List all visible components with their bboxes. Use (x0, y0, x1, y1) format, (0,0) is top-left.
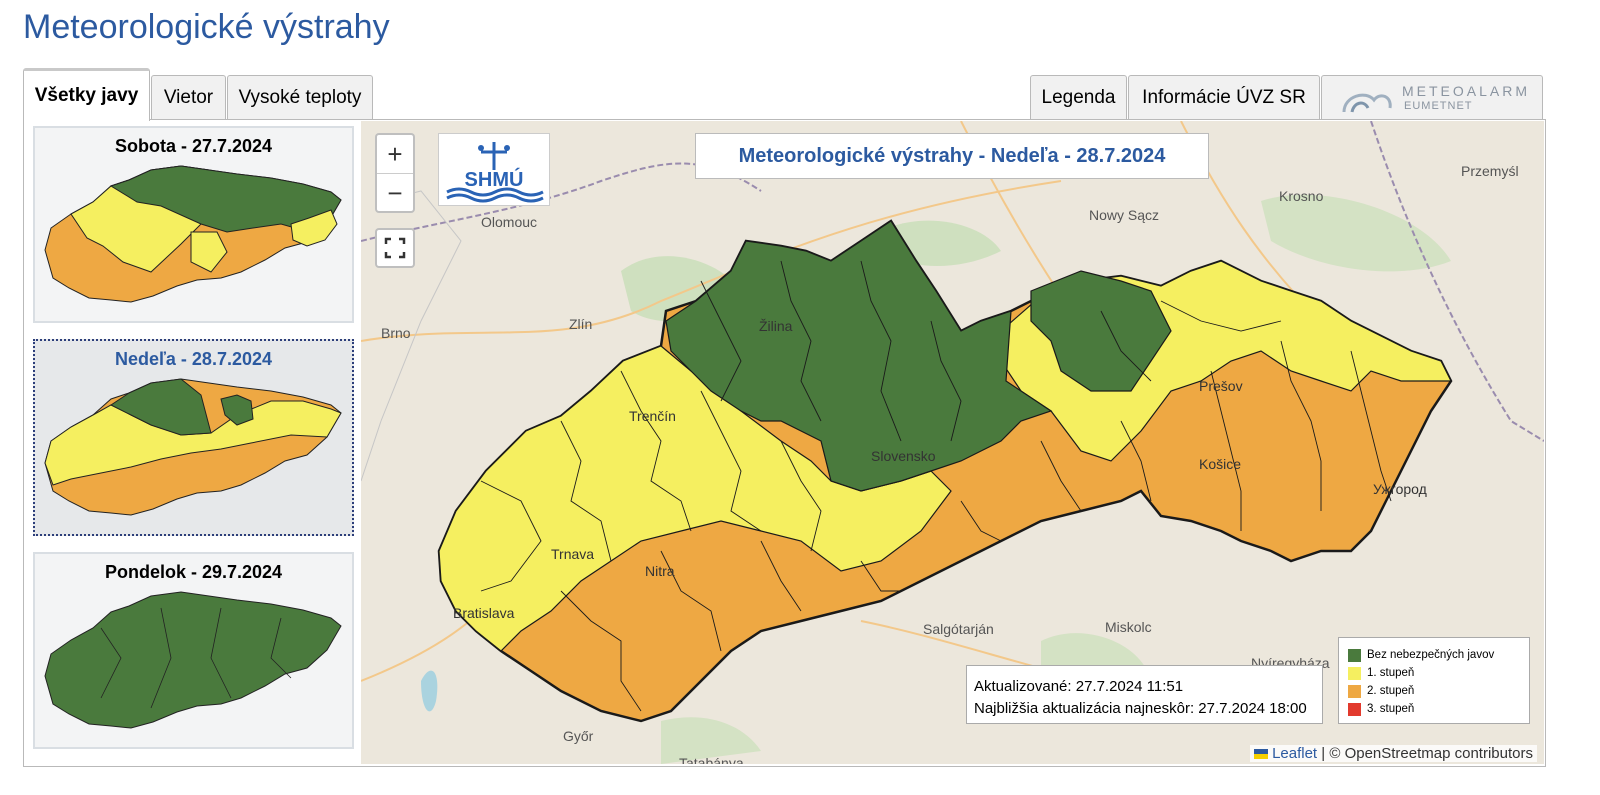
mini-map-sunday (44, 378, 342, 516)
place-label: Trenčín (629, 408, 676, 424)
place-label: Brno (381, 325, 411, 341)
place-label: Slovensko (871, 448, 936, 464)
legend-item: Bez nebezpečných javov (1348, 646, 1529, 664)
update-info: Aktualizované: 27.7.2024 11:51 Najbližši… (966, 665, 1323, 724)
place-label: Krosno (1279, 188, 1324, 204)
legend-swatch (1348, 684, 1361, 698)
zoom-out-button[interactable]: − (377, 173, 413, 212)
tab-legend[interactable]: Legenda (1030, 75, 1127, 119)
osm-attribution: | © OpenStreetmap contributors (1321, 745, 1533, 762)
place-label: Žilina (759, 318, 793, 334)
mini-map-monday (44, 591, 342, 729)
place-label: Miskolc (1105, 619, 1152, 635)
place-label: Košice (1199, 456, 1242, 472)
legend-label: Bez nebezpečných javov (1367, 649, 1495, 661)
next-update-text: Najbližšia aktualizácia najneskôr: 27.7.… (974, 700, 1307, 717)
shmu-logo-icon: SHMÚ (446, 142, 544, 203)
map-attribution: Leaflet | © OpenStreetmap contributors (1250, 745, 1537, 762)
place-label: Ужгород (1373, 481, 1427, 497)
tab-high-temperatures[interactable]: Vysoké teploty (227, 75, 373, 119)
place-label: Bratislava (453, 605, 515, 621)
ukraine-flag-icon (1254, 749, 1269, 760)
day-card-monday[interactable]: Pondelok - 29.7.2024 (33, 552, 354, 749)
meteoalarm-link[interactable]: METEOALARM EUMETNET (1321, 75, 1543, 119)
leaflet-link[interactable]: Leaflet (1272, 745, 1317, 762)
legend-item: 3. stupeň (1348, 700, 1529, 718)
map-legend: Bez nebezpečných javov 1. stupeň 2. stup… (1338, 637, 1530, 724)
zoom-in-button[interactable]: + (377, 135, 413, 173)
meteoalarm-sub-label: EUMETNET (1404, 100, 1473, 112)
updated-text: Aktualizované: 27.7.2024 11:51 (974, 678, 1184, 695)
day-card-sunday[interactable]: Nedeľa - 28.7.2024 (33, 339, 354, 536)
place-label: Nowy Sącz (1089, 207, 1160, 223)
legend-label: 1. stupeň (1367, 667, 1415, 679)
meteoalarm-label: METEOALARM (1402, 83, 1531, 99)
legend-label: 3. stupeň (1367, 703, 1415, 715)
day-card-title: Pondelok - 29.7.2024 (104, 562, 283, 582)
tab-all-phenomena[interactable]: Všetky javy (23, 68, 150, 121)
legend-label: 2. stupeň (1367, 685, 1415, 697)
legend-swatch (1348, 702, 1361, 716)
legend-item: 2. stupeň (1348, 682, 1529, 700)
mini-map-saturday (44, 165, 342, 303)
place-label: Trnava (551, 546, 595, 562)
place-label: Olomouc (481, 214, 538, 230)
shmu-logo-text: SHMÚ (465, 167, 524, 191)
day-card-saturday[interactable]: Sobota - 27.7.2024 (33, 126, 354, 323)
legend-swatch (1348, 648, 1361, 662)
page-title: Meteorologické výstrahy (23, 8, 390, 46)
tab-info-uvz[interactable]: Informácie ÚVZ SR (1128, 75, 1320, 119)
place-label: Tatabánya (679, 755, 744, 764)
place-label: Przemyśl (1461, 163, 1519, 179)
zoom-control: + − (375, 133, 415, 213)
map-title: Meteorologické výstrahy - Nedeľa - 28.7.… (695, 133, 1209, 179)
day-card-title: Sobota - 27.7.2024 (114, 136, 273, 156)
fullscreen-button[interactable] (375, 228, 415, 268)
place-label: Salgótarján (923, 621, 994, 637)
legend-item: 1. stupeň (1348, 664, 1529, 682)
tab-wind[interactable]: Vietor (151, 75, 226, 119)
fullscreen-icon (384, 237, 406, 259)
shmu-logo: SHMÚ (438, 133, 550, 206)
place-label: Győr (563, 728, 594, 744)
day-card-title: Nedeľa - 28.7.2024 (114, 349, 273, 369)
place-label: Nitra (645, 563, 675, 579)
legend-swatch (1348, 666, 1361, 680)
meteoalarm-logo-icon (1342, 93, 1392, 113)
place-label: Zlín (569, 316, 593, 332)
place-label: Prešov (1199, 378, 1243, 394)
